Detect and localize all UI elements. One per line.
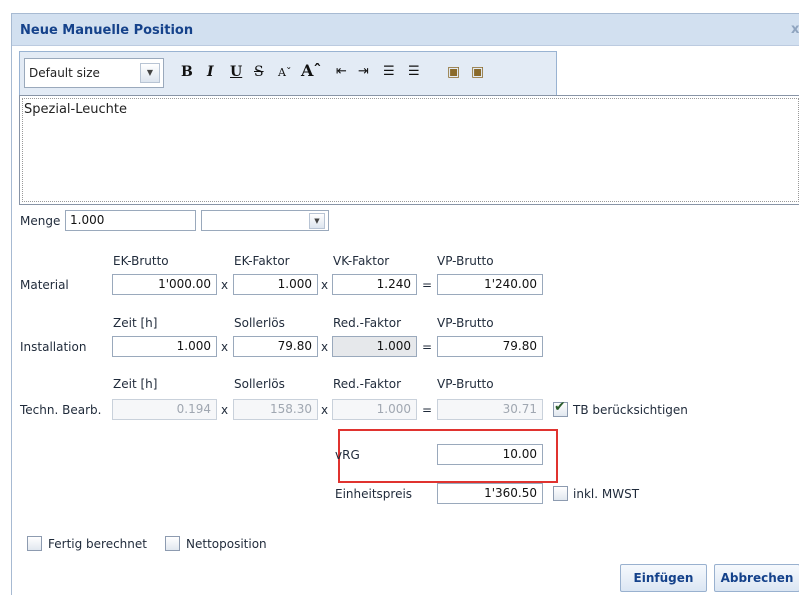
material-vk-faktor-input[interactable]: 1.240: [332, 274, 417, 295]
material-header-vk-faktor: VK-Faktor: [333, 254, 390, 268]
dialog-titlebar: Neue Manuelle Position x: [12, 14, 799, 46]
techn-header-sollerloes: Sollerlös: [234, 377, 285, 391]
techn-vp-brutto-input: 30.71: [437, 399, 543, 420]
installation-sollerloes-input[interactable]: 79.80: [233, 336, 318, 357]
techn-sollerloes-input: 158.30: [233, 399, 318, 420]
installation-header-vp-brutto: VP-Brutto: [437, 316, 494, 330]
netto-label: Nettoposition: [186, 537, 267, 551]
dialog-title: Neue Manuelle Position: [20, 23, 194, 38]
fertig-checkbox[interactable]: [27, 536, 42, 551]
installation-label: Installation: [20, 340, 87, 354]
techn-header-vp-brutto: VP-Brutto: [437, 377, 494, 391]
techn-zeit-input: 0.194: [112, 399, 217, 420]
material-vp-brutto-input[interactable]: 1'240.00: [437, 274, 543, 295]
menge-input[interactable]: 1.000: [65, 210, 196, 231]
decrease-font-icon[interactable]: Aˇ: [278, 66, 291, 79]
fertig-label: Fertig berechnet: [48, 537, 147, 551]
unit-select[interactable]: ▼: [201, 210, 329, 231]
paste-text-icon[interactable]: ▣: [471, 64, 484, 80]
material-header-ek-brutto: EK-Brutto: [113, 254, 169, 268]
strikethrough-icon[interactable]: S: [254, 64, 264, 80]
insert-button[interactable]: Einfügen: [620, 564, 707, 592]
chevron-down-icon[interactable]: ▼: [309, 213, 325, 229]
increase-font-icon[interactable]: Aˆ: [301, 61, 321, 80]
material-ek-brutto-input[interactable]: 1'000.00: [112, 274, 217, 295]
vrg-input[interactable]: 10.00: [437, 444, 543, 465]
chevron-down-icon[interactable]: ▼: [140, 63, 160, 83]
cancel-button[interactable]: Abbrechen: [714, 564, 799, 592]
netto-checkbox[interactable]: [165, 536, 180, 551]
tb-checkbox[interactable]: ✔: [553, 399, 568, 417]
menge-label: Menge: [20, 214, 61, 228]
einheitspreis-label: Einheitspreis: [335, 487, 413, 501]
installation-red-faktor-input[interactable]: 1.000: [332, 336, 417, 357]
close-icon[interactable]: x: [791, 22, 799, 37]
tb-label: TB berücksichtigen: [573, 403, 688, 417]
font-size-select[interactable]: Default size ▼: [24, 58, 164, 88]
installation-header-zeit: Zeit [h]: [113, 316, 158, 330]
manual-position-dialog: Neue Manuelle Position x Default size ▼ …: [11, 13, 799, 595]
bold-icon[interactable]: B: [181, 64, 193, 80]
material-label: Material: [20, 278, 69, 292]
paste-icon[interactable]: ▣: [447, 64, 460, 80]
techn-red-faktor-input: 1.000: [332, 399, 417, 420]
editor-toolbar: Default size ▼ B I U S Aˇ Aˆ ⇤ ⇥ ☰ ☰ ▣ ▣: [19, 51, 557, 96]
material-ek-faktor-input[interactable]: 1.000: [233, 274, 318, 295]
indent-icon[interactable]: ⇤: [336, 64, 347, 79]
installation-header-red-faktor: Red.-Faktor: [333, 316, 402, 330]
italic-icon[interactable]: I: [207, 64, 214, 80]
unordered-list-icon[interactable]: ☰: [408, 64, 420, 79]
installation-zeit-input[interactable]: 1.000: [112, 336, 217, 357]
vrg-label: vRG: [335, 448, 360, 462]
techn-header-zeit: Zeit [h]: [113, 377, 158, 391]
installation-header-sollerloes: Sollerlös: [234, 316, 285, 330]
installation-vp-brutto-input[interactable]: 79.80: [437, 336, 543, 357]
editor-text: Spezial-Leuchte: [24, 102, 127, 117]
mwst-label: inkl. MWST: [573, 487, 640, 501]
techn-header-red-faktor: Red.-Faktor: [333, 377, 402, 391]
material-header-vp-brutto: VP-Brutto: [437, 254, 494, 268]
techn-label: Techn. Bearb.: [20, 403, 102, 417]
material-header-ek-faktor: EK-Faktor: [234, 254, 290, 268]
outdent-icon[interactable]: ⇥: [358, 64, 369, 79]
mwst-checkbox[interactable]: [553, 486, 568, 501]
check-icon: ✔: [554, 399, 566, 415]
font-size-value: Default size: [29, 66, 100, 80]
einheitspreis-input[interactable]: 1'360.50: [437, 483, 543, 504]
ordered-list-icon[interactable]: ☰: [383, 64, 395, 79]
text-editor[interactable]: Spezial-Leuchte: [19, 95, 799, 205]
underline-icon[interactable]: U: [230, 64, 242, 80]
